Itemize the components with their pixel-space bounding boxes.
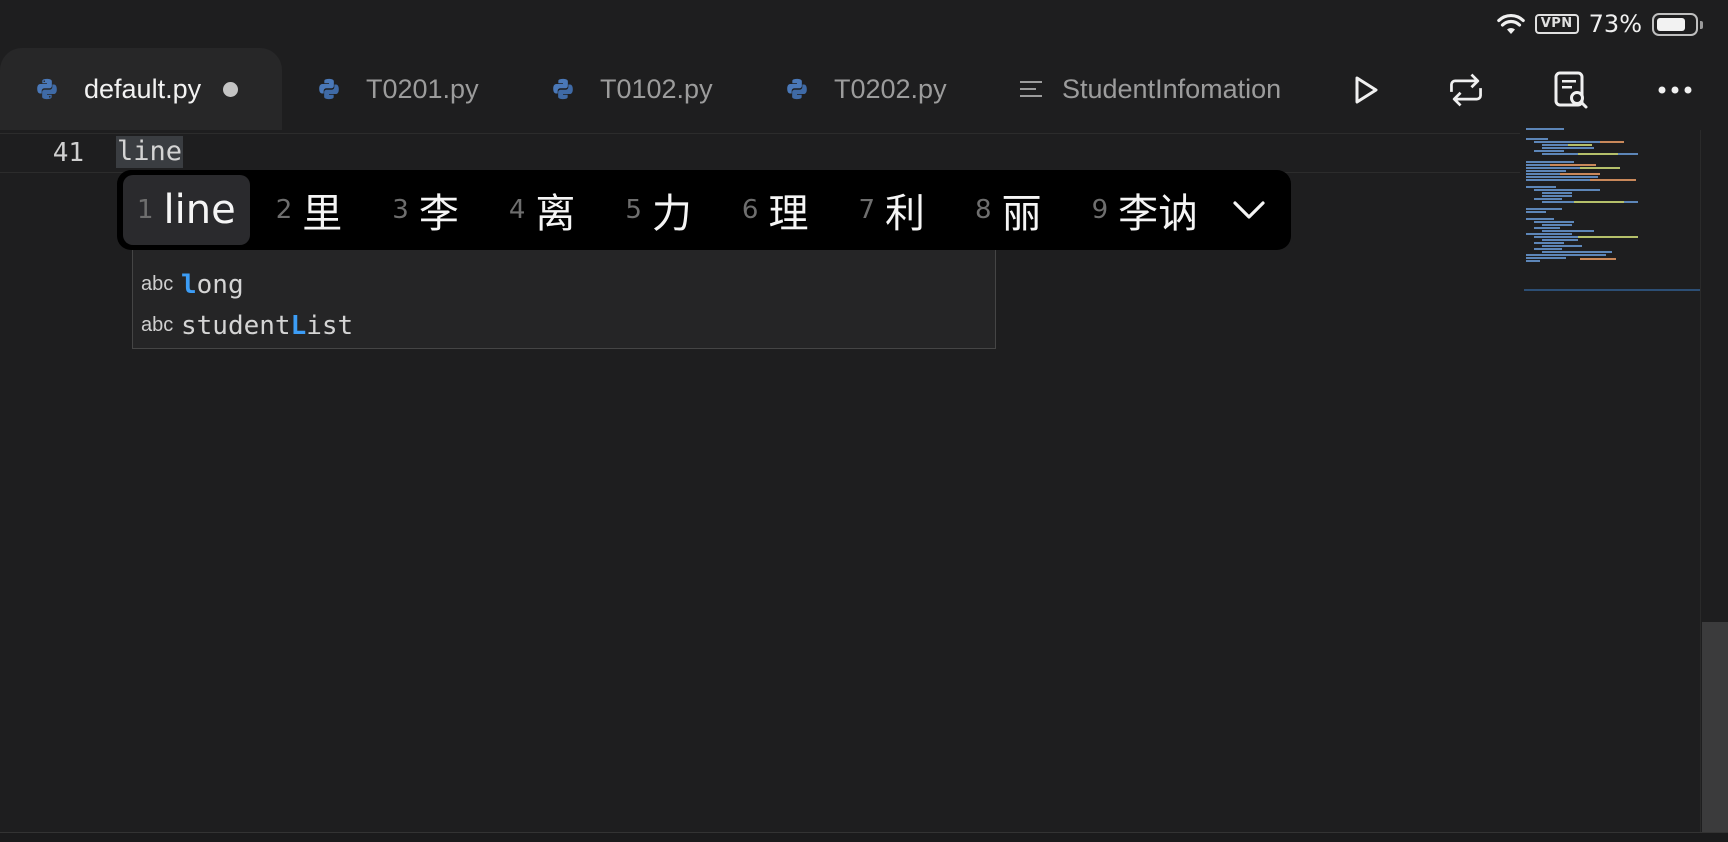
ime-candidate[interactable]: 1 line bbox=[123, 175, 250, 245]
ime-candidate-word: line bbox=[163, 187, 236, 233]
ime-candidate-word: 力 bbox=[651, 191, 692, 237]
ime-candidate-word: 李 bbox=[418, 191, 459, 237]
minimap-current-line bbox=[1524, 289, 1700, 291]
suggestion-label: long bbox=[181, 269, 244, 300]
tab-label: T0202.py bbox=[834, 73, 947, 104]
battery-icon bbox=[1652, 12, 1703, 36]
status-indicators: VPN 73% bbox=[1496, 8, 1703, 40]
python-icon bbox=[37, 78, 57, 100]
tab-label: T0201.py bbox=[366, 73, 479, 104]
python-icon bbox=[787, 78, 807, 100]
minimap[interactable] bbox=[1520, 128, 1700, 288]
ime-candidate[interactable]: 6 理 bbox=[728, 175, 823, 245]
battery-fill bbox=[1657, 17, 1685, 31]
tab-t0202-py[interactable]: T0202.py bbox=[786, 48, 947, 130]
ime-candidate-word: 丽 bbox=[1001, 191, 1042, 237]
ime-candidate-word: 离 bbox=[535, 191, 576, 237]
ime-candidate[interactable]: 4 离 bbox=[495, 175, 590, 245]
chevron-down-icon bbox=[1233, 201, 1265, 219]
more-icon bbox=[1658, 86, 1692, 94]
tab-t0102-py[interactable]: T0102.py bbox=[552, 48, 713, 130]
ime-candidate[interactable]: 3 李 bbox=[378, 175, 473, 245]
line-number: 41 bbox=[52, 138, 84, 168]
ime-candidate[interactable]: 2 里 bbox=[262, 175, 357, 245]
suggestion-item[interactable]: abc studentList bbox=[133, 305, 995, 346]
tab-default-py[interactable]: default.py bbox=[0, 48, 282, 130]
sync-button[interactable] bbox=[1446, 70, 1486, 110]
match-highlight: l bbox=[181, 269, 197, 300]
suggestion-label: studentList bbox=[181, 310, 354, 341]
ime-candidate[interactable]: 9 李讷 bbox=[1078, 175, 1213, 245]
ime-candidate-word: 利 bbox=[885, 191, 926, 237]
autocomplete-widget: abc long abc studentList bbox=[132, 250, 996, 349]
ime-candidate-word: 李讷 bbox=[1118, 191, 1199, 237]
word-kind-icon: abc bbox=[141, 314, 174, 336]
ime-candidate[interactable]: 8 丽 bbox=[961, 175, 1056, 245]
suggestion-item[interactable]: abc long bbox=[133, 264, 995, 305]
match-highlight: L bbox=[290, 310, 307, 341]
word-kind-icon: abc bbox=[141, 273, 174, 295]
ime-candidate-bar: 1 line 2 里 3 李 4 离 5 力 6 理 7 利 8 丽 9 李讷 bbox=[117, 170, 1291, 250]
wifi-icon bbox=[1496, 13, 1525, 35]
python-icon bbox=[553, 78, 573, 100]
python-icon bbox=[319, 78, 339, 100]
document-search-icon bbox=[1554, 71, 1588, 109]
tab-label: StudentInfomation bbox=[1062, 73, 1282, 104]
ime-expand-button[interactable] bbox=[1229, 190, 1269, 230]
tab-label: default.py bbox=[84, 73, 202, 104]
repeat-icon bbox=[1450, 73, 1482, 107]
more-button[interactable] bbox=[1655, 70, 1695, 110]
text-lines-icon bbox=[1020, 81, 1042, 97]
ime-candidate[interactable]: 7 利 bbox=[844, 175, 939, 245]
bottom-edge bbox=[0, 832, 1728, 842]
unsaved-dot-icon[interactable] bbox=[223, 81, 239, 97]
tab-label: T0102.py bbox=[600, 73, 713, 104]
document-search-button[interactable] bbox=[1551, 70, 1591, 110]
scrollbar-thumb[interactable] bbox=[1702, 622, 1728, 832]
tab-t0201-py[interactable]: T0201.py bbox=[318, 48, 479, 130]
battery-percent: 73% bbox=[1588, 10, 1642, 38]
run-button[interactable] bbox=[1345, 70, 1385, 110]
code-line-text[interactable]: line bbox=[116, 136, 184, 168]
ime-candidate-word: 理 bbox=[768, 191, 809, 237]
tab-studentinfomation[interactable]: StudentInfomation bbox=[1020, 48, 1298, 130]
status-bar: VPN 73% bbox=[0, 0, 1728, 46]
ime-candidate[interactable]: 5 力 bbox=[611, 175, 706, 245]
play-icon bbox=[1355, 76, 1378, 104]
tab-bar: default.py T0201.py T0102.py T0202.py St… bbox=[0, 48, 1728, 130]
vpn-badge: VPN bbox=[1534, 14, 1579, 34]
ime-candidate-word: 里 bbox=[302, 191, 343, 237]
current-line-highlight bbox=[0, 133, 1520, 173]
